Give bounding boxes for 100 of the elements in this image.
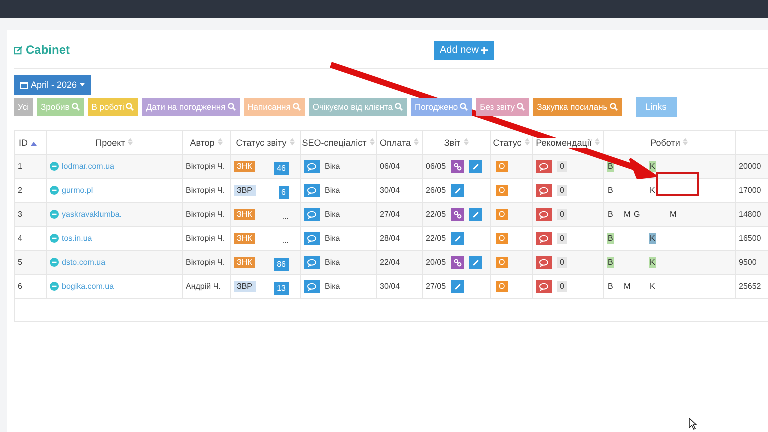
speech-bubble-icon: [539, 186, 549, 194]
seo-name: Віка: [325, 282, 340, 291]
project-link[interactable]: lodmar.com.ua: [62, 162, 114, 171]
link-icon: [454, 258, 462, 266]
expand-icon[interactable]: [50, 186, 59, 195]
expand-icon[interactable]: [50, 234, 59, 243]
robot-tag: K: [649, 185, 656, 196]
column-header[interactable]: Статус: [490, 130, 532, 154]
comment-button[interactable]: [536, 232, 552, 245]
search-icon: [228, 103, 236, 111]
author-cell: Вікторія Ч.: [182, 154, 230, 178]
sum-cell: 14800: [736, 202, 768, 226]
filter-button[interactable]: Погоджено: [411, 98, 472, 116]
id-cell: 3: [14, 202, 46, 226]
edit-button[interactable]: [469, 256, 482, 269]
recommendations-count: 0: [557, 257, 568, 268]
edit-button[interactable]: [451, 232, 464, 245]
author-cell: Вікторія Ч.: [182, 202, 230, 226]
edit-button[interactable]: [451, 184, 464, 197]
filter-button[interactable]: Без звіту: [476, 98, 530, 116]
robot-tag: B: [607, 185, 614, 196]
filter-button[interactable]: Дати на погодження: [142, 98, 240, 116]
column-header[interactable]: Автор: [182, 130, 230, 154]
robot-tag: K: [649, 233, 656, 244]
sum-cell: 20000: [736, 154, 768, 178]
speech-bubble-icon: [307, 258, 317, 266]
comment-button[interactable]: [304, 208, 320, 221]
column-header[interactable]: Оплата: [376, 130, 422, 154]
link-button[interactable]: [451, 160, 464, 173]
links-button[interactable]: Links: [636, 97, 677, 117]
column-header[interactable]: ID: [14, 130, 46, 154]
link-icon: [454, 210, 462, 218]
comment-button[interactable]: [536, 208, 552, 221]
edit-button[interactable]: [451, 280, 464, 293]
pencil-icon: [454, 186, 462, 194]
count-badge: 86: [274, 258, 289, 271]
filter-button[interactable]: Написання: [244, 98, 305, 116]
edit-button[interactable]: [469, 208, 482, 221]
project-link[interactable]: yaskravaklumba.: [62, 210, 122, 219]
comment-button[interactable]: [304, 280, 320, 293]
seo-name: Віка: [325, 162, 340, 171]
filter-button[interactable]: Закупка посилань: [533, 98, 622, 116]
filter-button[interactable]: В роботі: [88, 98, 138, 116]
speech-bubble-icon: [307, 162, 317, 170]
robot-tag: B: [607, 257, 614, 268]
seo-name: Віка: [325, 186, 340, 195]
robot-tag: K: [649, 161, 656, 172]
recommendations-count: 0: [557, 185, 568, 196]
comment-button[interactable]: [536, 184, 552, 197]
sum-cell: 9500: [736, 250, 768, 274]
filter-button[interactable]: Очікуємо від клієнта: [308, 98, 408, 116]
report-status-label: ЗНК: [234, 209, 256, 220]
id-cell: 1: [14, 154, 46, 178]
speech-bubble-icon: [539, 162, 549, 170]
comment-button[interactable]: [304, 184, 320, 197]
month-dropdown[interactable]: April - 2026: [14, 75, 92, 95]
comment-button[interactable]: [536, 256, 552, 269]
expand-icon[interactable]: [50, 162, 59, 171]
comment-button[interactable]: [304, 232, 320, 245]
link-button[interactable]: [451, 208, 464, 221]
column-header[interactable]: SEO-спеціаліст: [300, 130, 376, 154]
project-link[interactable]: dsto.com.ua: [62, 258, 106, 267]
recommendations-count: 0: [557, 233, 568, 244]
count-text: ...: [282, 236, 289, 245]
plus-icon: [480, 46, 488, 54]
comment-button[interactable]: [304, 256, 320, 269]
comment-button[interactable]: [304, 160, 320, 173]
comment-button[interactable]: [536, 280, 552, 293]
column-header[interactable]: Рекомендації: [532, 130, 604, 154]
link-button[interactable]: [451, 256, 464, 269]
comment-button[interactable]: [536, 160, 552, 173]
project-link[interactable]: gurmo.pl: [62, 186, 94, 195]
project-link[interactable]: bogika.com.ua: [62, 282, 114, 291]
count-badge: 46: [274, 162, 289, 175]
add-new-button[interactable]: Add new: [434, 40, 494, 60]
pencil-icon: [472, 210, 480, 218]
report-date: 20/05: [426, 258, 446, 267]
report-date: 22/05: [426, 234, 446, 243]
speech-bubble-icon: [307, 234, 317, 242]
edit-button[interactable]: [469, 160, 482, 173]
calendar-icon: [20, 81, 28, 89]
payment-date: 27/04: [376, 202, 422, 226]
seo-name: Віка: [325, 210, 340, 219]
robot-tag: M: [669, 209, 678, 220]
filter-button[interactable]: Усі: [14, 98, 33, 116]
robot-tag: B: [607, 209, 614, 220]
search-icon: [126, 103, 134, 111]
speech-bubble-icon: [539, 210, 549, 218]
project-link[interactable]: tos.in.ua: [62, 234, 92, 243]
search-icon: [517, 103, 526, 111]
expand-icon[interactable]: [50, 210, 59, 219]
speech-bubble-icon: [539, 282, 549, 290]
filter-button[interactable]: Зробив: [36, 98, 84, 116]
robot-tag: K: [649, 257, 656, 268]
highlight-box: [656, 172, 699, 196]
robot-tag: G: [633, 209, 642, 220]
search-icon: [72, 103, 80, 111]
expand-icon[interactable]: [50, 258, 59, 267]
expand-icon[interactable]: [50, 282, 59, 291]
column-header[interactable]: Статус звіту: [230, 130, 300, 154]
